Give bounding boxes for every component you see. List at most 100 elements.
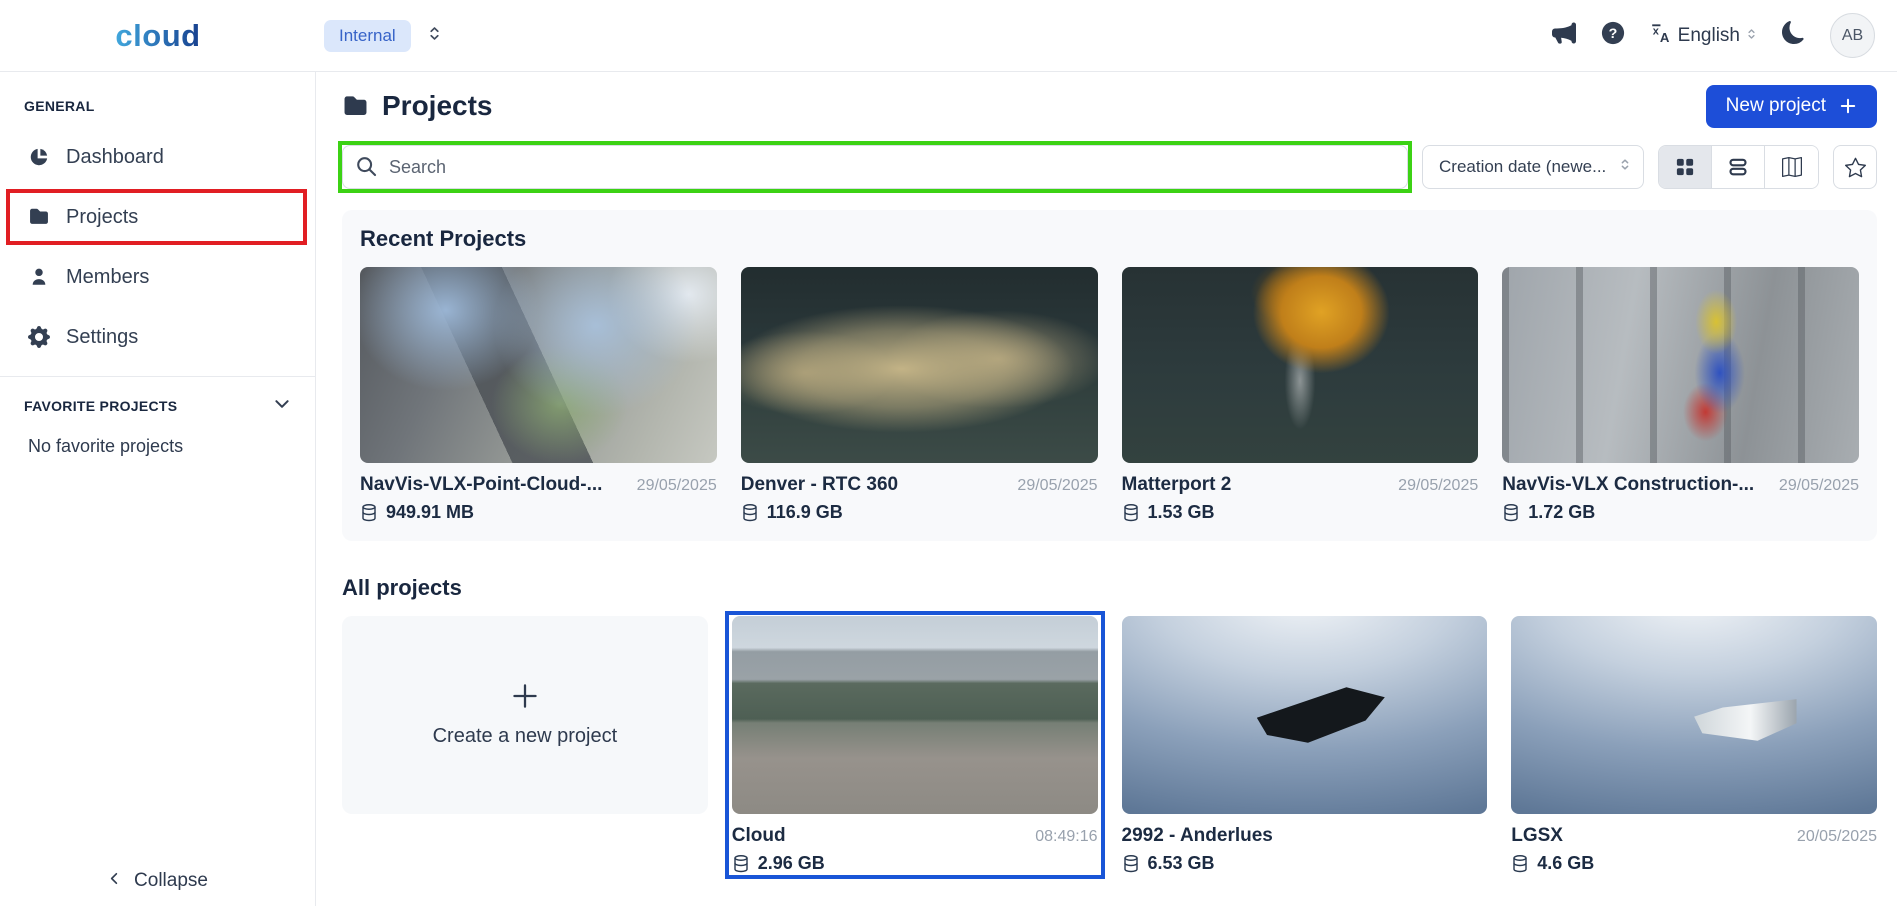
project-date: 29/05/2025 <box>637 477 717 495</box>
members-icon <box>28 266 50 288</box>
header-actions: ? xA English AB <box>1552 13 1897 58</box>
storage-icon <box>1122 503 1140 523</box>
page-title: Projects <box>342 90 493 122</box>
project-date: 29/05/2025 <box>1398 477 1478 495</box>
plus-icon <box>1839 97 1857 115</box>
language-label: English <box>1678 25 1740 47</box>
create-new-project-label: Create a new project <box>433 725 618 748</box>
language-selector[interactable]: xA English <box>1650 22 1757 50</box>
project-card[interactable]: Denver - RTC 360 29/05/2025 116.9 GB <box>741 267 1098 523</box>
sidebar-item-label: Projects <box>66 206 138 229</box>
svg-text:?: ? <box>1608 25 1617 41</box>
project-card[interactable]: NavVis-VLX-Point-Cloud-... 29/05/2025 94… <box>360 267 717 523</box>
project-thumbnail <box>732 616 1098 814</box>
project-thumbnail <box>1502 267 1859 463</box>
folder-icon <box>342 93 369 120</box>
page-title-text: Projects <box>382 90 493 122</box>
storage-icon <box>1122 854 1140 874</box>
project-size: 1.72 GB <box>1528 502 1595 523</box>
create-new-project-card[interactable]: Create a new project <box>342 616 708 814</box>
project-size: 6.53 GB <box>1148 853 1215 874</box>
project-date: 08:49:16 <box>1035 828 1097 846</box>
favorites-filter-button[interactable] <box>1833 145 1877 189</box>
storage-icon <box>360 503 378 523</box>
pointcloud-shape <box>1694 699 1796 741</box>
storage-icon <box>1511 854 1529 874</box>
grid-view-button[interactable] <box>1659 146 1712 188</box>
recent-projects-heading: Recent Projects <box>360 226 1859 252</box>
project-card[interactable]: 2992 - Anderlues 6.53 GB <box>1122 616 1488 874</box>
storage-icon <box>741 503 759 523</box>
workspace-selector-icon[interactable] <box>427 25 442 47</box>
moon-icon <box>1782 21 1805 50</box>
grid-icon <box>1675 157 1695 177</box>
folder-icon <box>28 206 50 228</box>
collapse-label: Collapse <box>134 870 208 892</box>
sort-selector-icon <box>1619 157 1631 177</box>
project-title: Cloud <box>732 825 786 847</box>
chevron-left-icon <box>107 870 122 892</box>
help-button[interactable]: ? <box>1601 21 1625 51</box>
sidebar-item-members[interactable]: Members <box>0 252 315 302</box>
project-title: NavVis-VLX Construction-... <box>1502 474 1754 496</box>
workspace-switcher: Internal <box>324 20 442 52</box>
project-title: Denver - RTC 360 <box>741 474 898 496</box>
search-input[interactable] <box>342 145 1408 189</box>
plus-icon <box>512 683 538 709</box>
app-logo[interactable]: cloud <box>115 18 200 54</box>
project-date: 29/05/2025 <box>1017 477 1097 495</box>
sidebar-item-dashboard[interactable]: Dashboard <box>0 132 315 182</box>
megaphone-icon <box>1552 21 1576 51</box>
svg-text:A: A <box>1660 29 1670 43</box>
project-thumbnail <box>1122 267 1479 463</box>
all-projects-heading: All projects <box>342 575 1877 601</box>
project-title: NavVis-VLX-Point-Cloud-... <box>360 474 602 496</box>
project-date: 29/05/2025 <box>1779 477 1859 495</box>
svg-text:x: x <box>1652 25 1659 37</box>
sort-dropdown[interactable]: Creation date (newe... <box>1422 145 1644 189</box>
project-size: 4.6 GB <box>1537 853 1594 874</box>
star-icon <box>1845 157 1866 178</box>
dashboard-pie-icon <box>28 146 50 168</box>
storage-icon <box>1502 503 1520 523</box>
sidebar-item-label: Settings <box>66 326 138 349</box>
chevron-down-icon[interactable] <box>273 395 291 416</box>
project-title: Matterport 2 <box>1122 474 1232 496</box>
language-selector-icon <box>1746 25 1757 47</box>
user-avatar[interactable]: AB <box>1830 13 1875 58</box>
project-thumbnail <box>1122 616 1488 814</box>
announcements-button[interactable] <box>1552 21 1576 51</box>
view-toggle-group <box>1658 145 1819 189</box>
new-project-button[interactable]: New project <box>1706 85 1877 128</box>
project-card-selected[interactable]: Cloud 08:49:16 2.96 GB <box>732 616 1098 874</box>
sidebar-item-settings[interactable]: Settings <box>0 312 315 362</box>
collapse-sidebar-button[interactable]: Collapse <box>0 870 315 892</box>
storage-icon <box>732 854 750 874</box>
project-size: 2.96 GB <box>758 853 825 874</box>
search-field-wrapper <box>342 145 1408 189</box>
project-size: 1.53 GB <box>1148 502 1215 523</box>
favorites-empty-text: No favorite projects <box>0 436 315 457</box>
list-view-button[interactable] <box>1712 146 1765 188</box>
map-view-button[interactable] <box>1765 146 1818 188</box>
project-card[interactable]: NavVis-VLX Construction-... 29/05/2025 1… <box>1502 267 1859 523</box>
project-size: 949.91 MB <box>386 502 474 523</box>
logo-area: cloud <box>0 18 316 54</box>
sidebar-item-projects[interactable]: Projects <box>0 192 315 242</box>
theme-toggle-button[interactable] <box>1782 21 1805 50</box>
sidebar-section-favorites[interactable]: FAVORITE PROJECTS <box>0 395 315 416</box>
project-title: LGSX <box>1511 825 1563 847</box>
search-icon <box>356 156 377 177</box>
project-thumbnail <box>741 267 1098 463</box>
project-card[interactable]: LGSX 20/05/2025 4.6 GB <box>1511 616 1877 874</box>
workspace-badge[interactable]: Internal <box>324 20 411 52</box>
new-project-label: New project <box>1726 95 1826 117</box>
pointcloud-shape <box>1257 687 1385 742</box>
project-card[interactable]: Matterport 2 29/05/2025 1.53 GB <box>1122 267 1479 523</box>
sidebar: GENERAL Dashboard Projects Members Set <box>0 72 316 906</box>
translate-icon: xA <box>1650 22 1672 50</box>
project-thumbnail <box>360 267 717 463</box>
project-size: 116.9 GB <box>767 502 843 523</box>
sort-dropdown-value: Creation date (newe... <box>1439 157 1606 177</box>
sidebar-item-label: Members <box>66 266 149 289</box>
